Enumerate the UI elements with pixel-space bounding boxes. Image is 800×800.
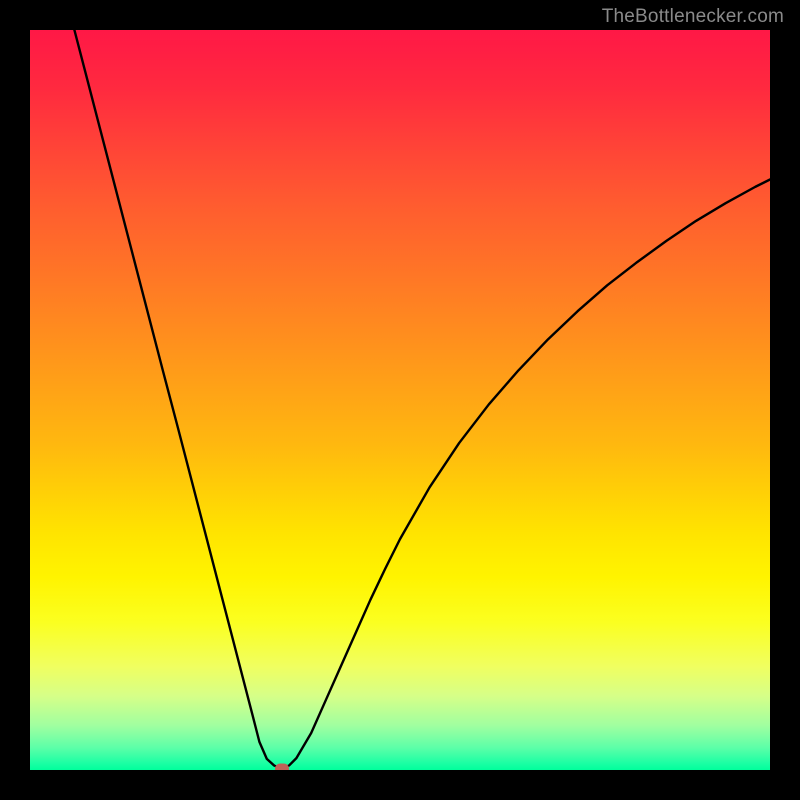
chart-frame: TheBottlenecker.com — [0, 0, 800, 800]
optimal-point-marker — [275, 763, 289, 770]
plot-area — [30, 30, 770, 770]
credit-label: TheBottlenecker.com — [602, 6, 784, 28]
bottleneck-curve — [30, 30, 770, 770]
